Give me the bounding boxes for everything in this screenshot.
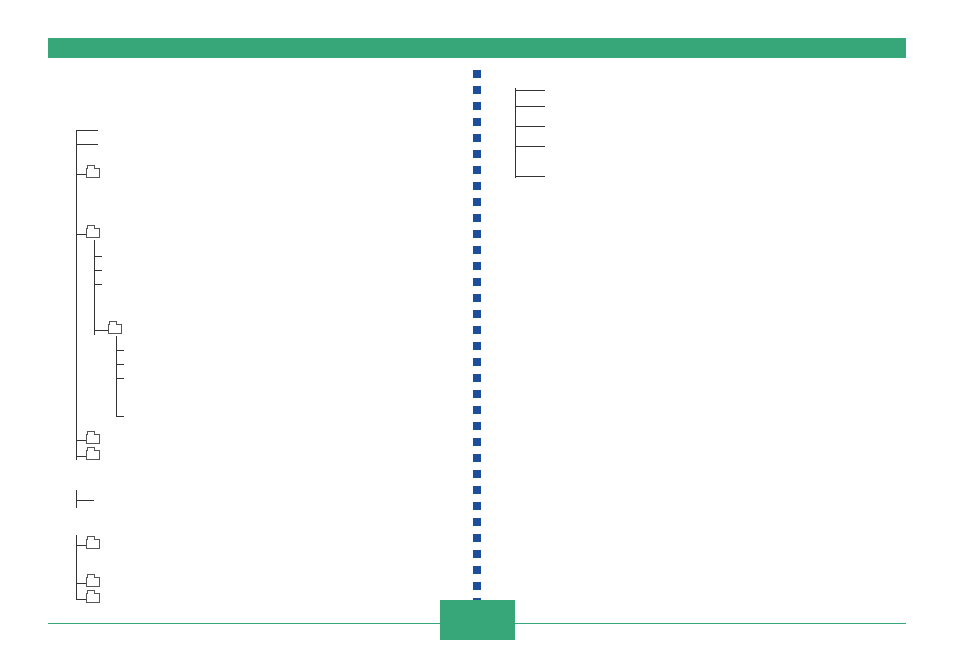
folder-icon [86,539,100,549]
folder-icon [86,168,100,178]
folder-icon [108,324,122,334]
outline-tree-1 [76,130,136,465]
column-divider [472,70,482,615]
header-bar [48,38,906,58]
outline-tree-3 [76,535,116,605]
folder-icon [86,450,100,460]
folder-icon [86,228,100,238]
folder-icon [86,577,100,587]
outline-tree-4 [515,88,555,183]
folder-icon [86,434,100,444]
outline-tree-2 [76,490,116,510]
folder-icon [86,593,100,603]
page-indicator [440,600,515,640]
